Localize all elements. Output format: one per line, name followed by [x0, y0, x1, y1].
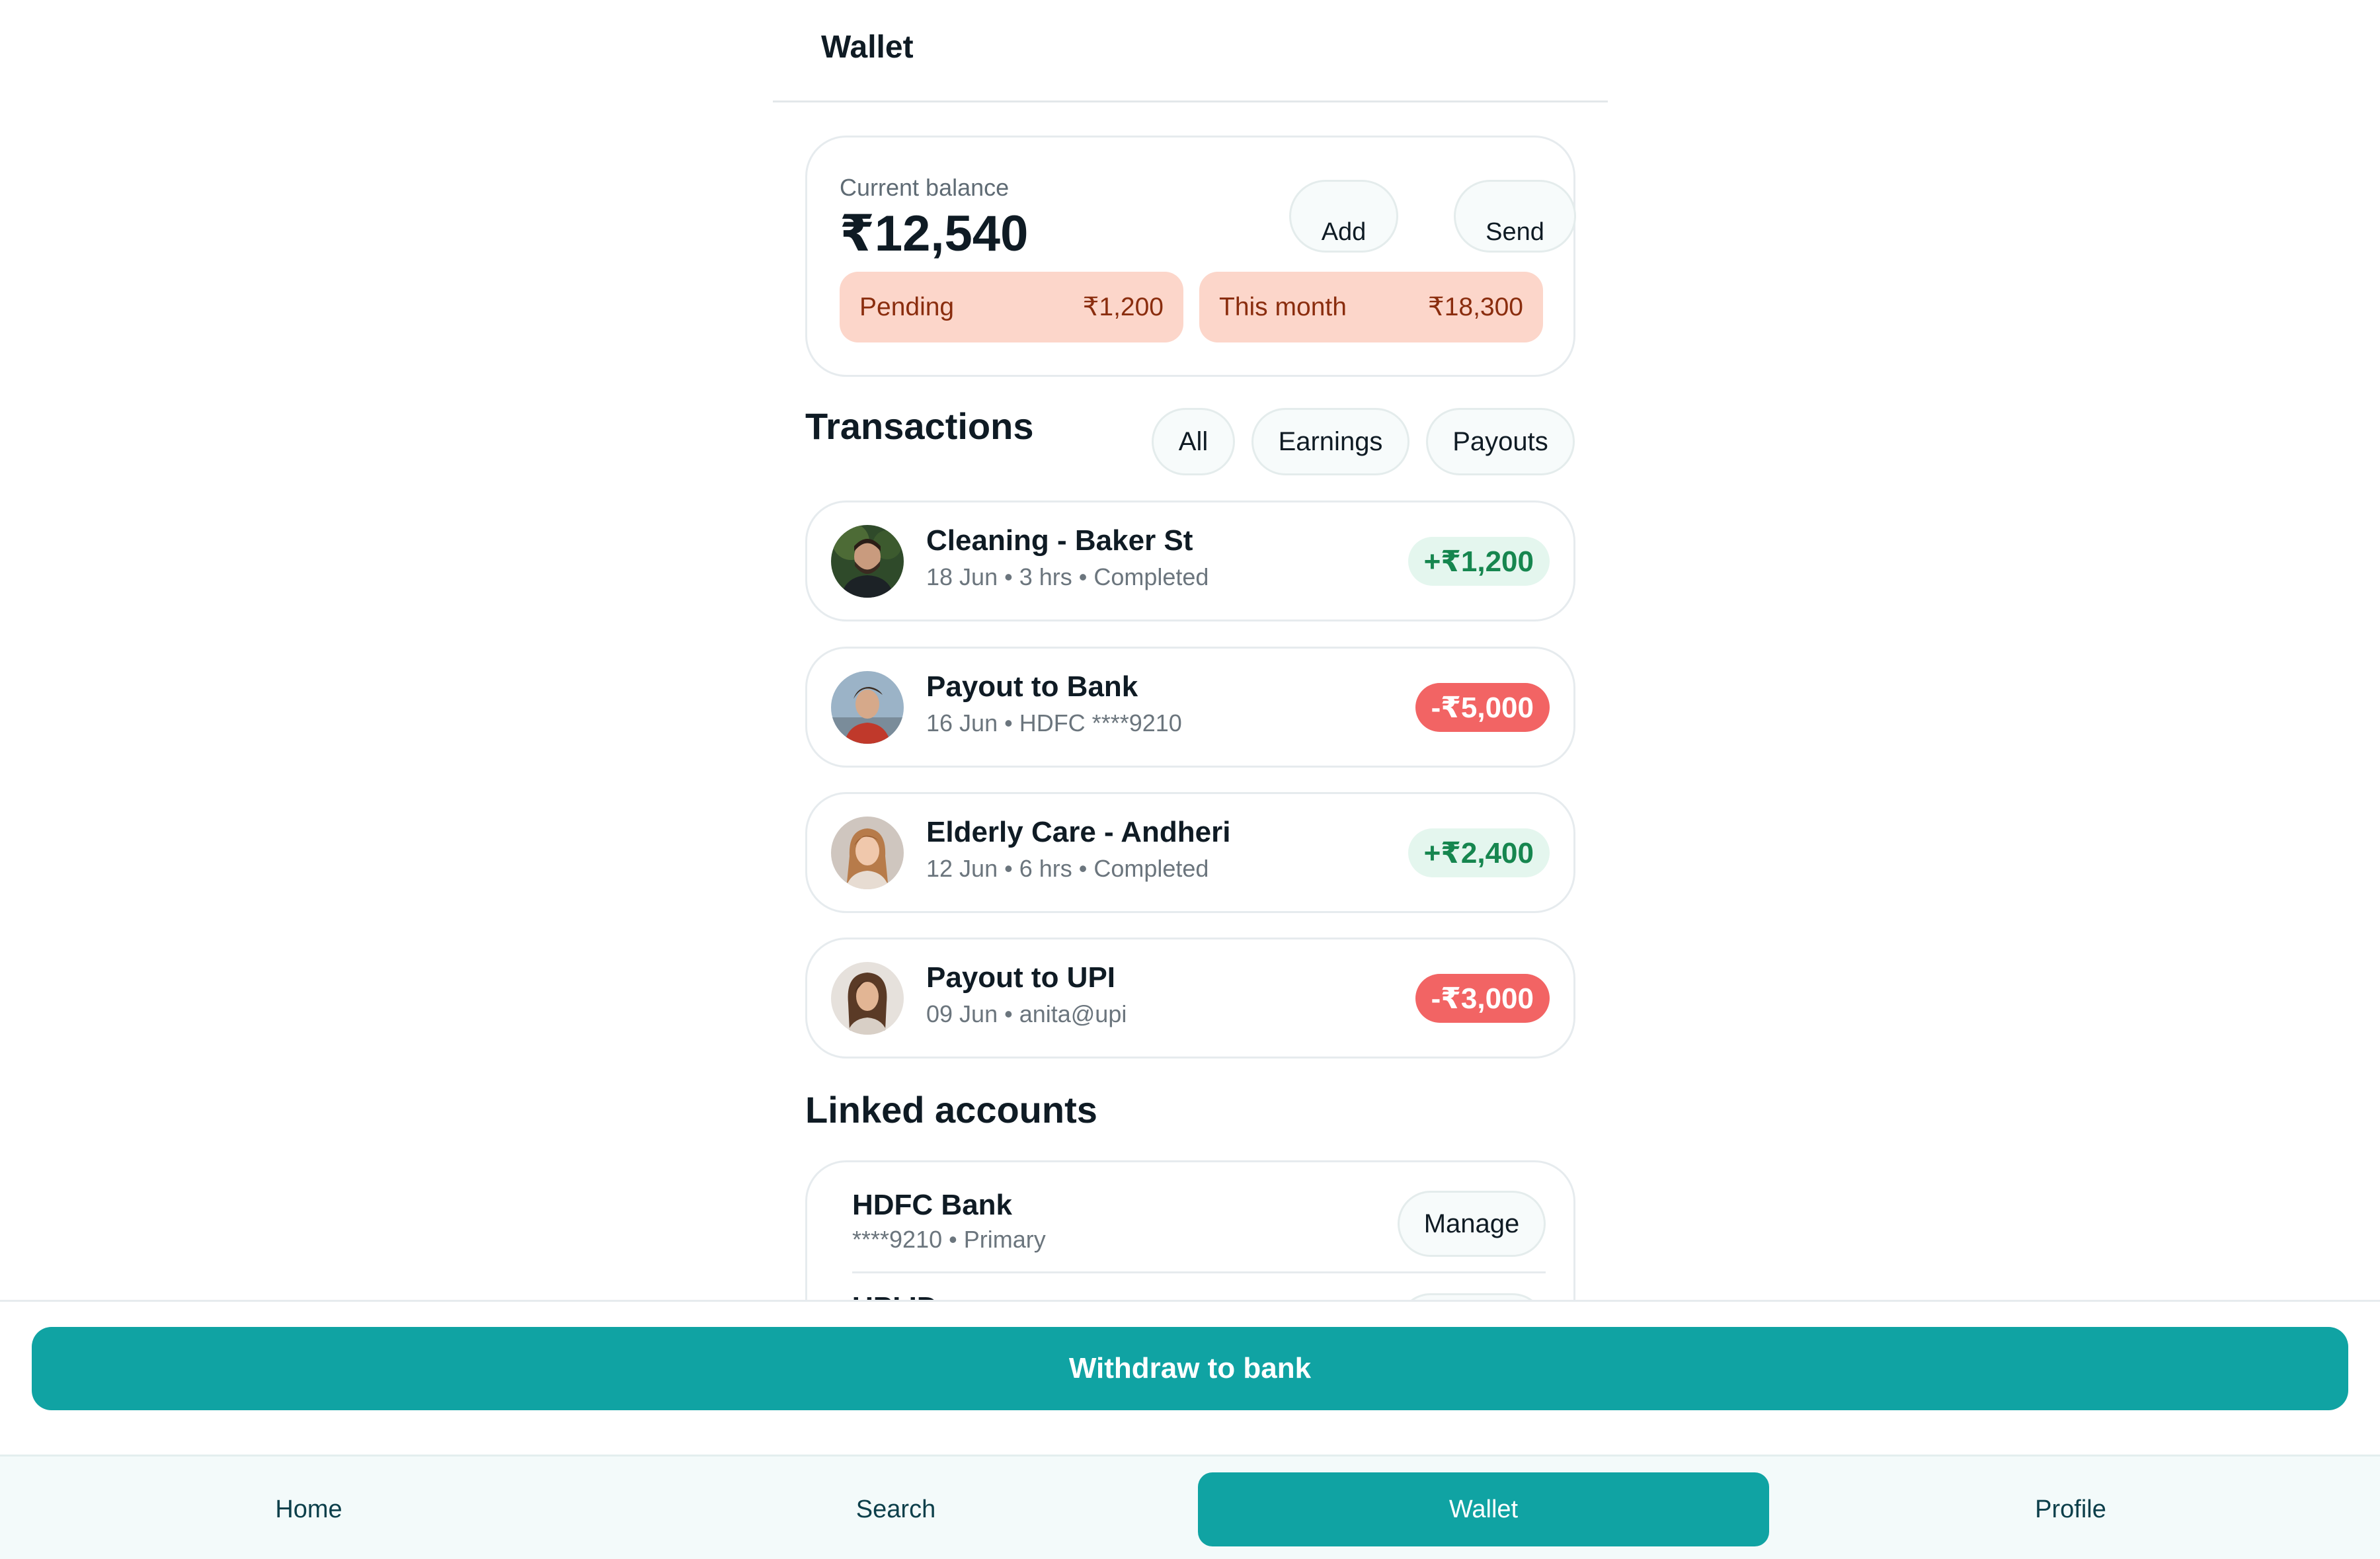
amount-badge: +₹1,200 [1408, 537, 1550, 586]
transaction-name: Payout to Bank [926, 670, 1138, 703]
linked-accounts-card: HDFC Bank ****9210 • Primary Manage UPI … [805, 1160, 1575, 1300]
this-month-value: ₹18,300 [1427, 293, 1523, 321]
manage-account-button[interactable] [1398, 1293, 1546, 1300]
transaction-name: Cleaning - Baker St [926, 524, 1193, 557]
amount-badge: -₹5,000 [1415, 683, 1550, 732]
nav-item-wallet[interactable]: Wallet [1198, 1472, 1769, 1546]
filter-all[interactable]: All [1152, 408, 1235, 475]
bottom-panel: Withdraw to bank Home Search Wallet Prof… [0, 1300, 2380, 1559]
avatar-male-beard-icon [831, 525, 904, 598]
this-month-label: This month [1219, 292, 1347, 321]
transaction-name: Payout to UPI [926, 961, 1116, 994]
filter-earnings[interactable]: Earnings [1251, 408, 1409, 475]
page-title: Wallet [821, 30, 914, 65]
transaction-meta: 16 Jun • HDFC ****9210 [926, 709, 1182, 737]
transaction-row[interactable]: Payout to Bank 16 Jun • HDFC ****9210 -₹… [805, 647, 1575, 768]
transaction-meta: 09 Jun • anita@upi [926, 1000, 1127, 1027]
balance-card: Current balance ₹12,540 Add Send Pending… [805, 136, 1576, 377]
balance-label: Current balance [840, 174, 1010, 201]
main-column: Wallet Current balance ₹12,540 Add Send … [773, 0, 1608, 1300]
divider [852, 1271, 1546, 1273]
balance-value: ₹12,540 [840, 206, 1029, 262]
transaction-row[interactable]: Payout to UPI 09 Jun • anita@upi -₹3,000 [805, 938, 1575, 1059]
nav-item-search[interactable]: Search [611, 1457, 1181, 1559]
pending-value: ₹1,200 [1082, 293, 1164, 321]
amount-badge: +₹2,400 [1408, 828, 1550, 877]
withdraw-to-bank-button[interactable]: Withdraw to bank [32, 1327, 2348, 1410]
transaction-name: Elderly Care - Andheri [926, 816, 1231, 848]
account-meta: ****9210 • Primary [852, 1226, 1046, 1253]
avatar-female-blonde-icon [831, 817, 904, 889]
send-money-button[interactable]: Send [1454, 180, 1576, 253]
nav-item-home[interactable]: Home [24, 1457, 594, 1559]
add-money-button[interactable]: Add [1289, 180, 1398, 253]
transaction-row[interactable]: Cleaning - Baker St 18 Jun • 3 hrs • Com… [805, 500, 1575, 621]
pending-stat: Pending ₹1,200 [840, 272, 1183, 342]
transaction-row[interactable]: Elderly Care - Andheri 12 Jun • 6 hrs • … [805, 792, 1575, 913]
manage-account-button[interactable]: Manage [1398, 1191, 1546, 1257]
nav-item-profile[interactable]: Profile [1786, 1457, 2356, 1559]
top-bar: Wallet [773, 0, 1608, 102]
avatar-female-brunette-icon [831, 962, 904, 1035]
transaction-meta: 12 Jun • 6 hrs • Completed [926, 855, 1209, 882]
avatar-male-young-icon [831, 671, 904, 744]
transactions-title: Transactions [805, 405, 1034, 447]
pending-label: Pending [859, 292, 955, 321]
account-name: HDFC Bank [852, 1189, 1013, 1221]
amount-badge: -₹3,000 [1415, 974, 1550, 1023]
linked-accounts-title: Linked accounts [805, 1089, 1097, 1131]
account-name: UPI ID [852, 1291, 938, 1300]
bottom-nav: Home Search Wallet Profile [0, 1455, 2380, 1559]
transaction-meta: 18 Jun • 3 hrs • Completed [926, 563, 1209, 590]
this-month-stat: This month ₹18,300 [1199, 272, 1543, 342]
filter-payouts[interactable]: Payouts [1426, 408, 1575, 475]
